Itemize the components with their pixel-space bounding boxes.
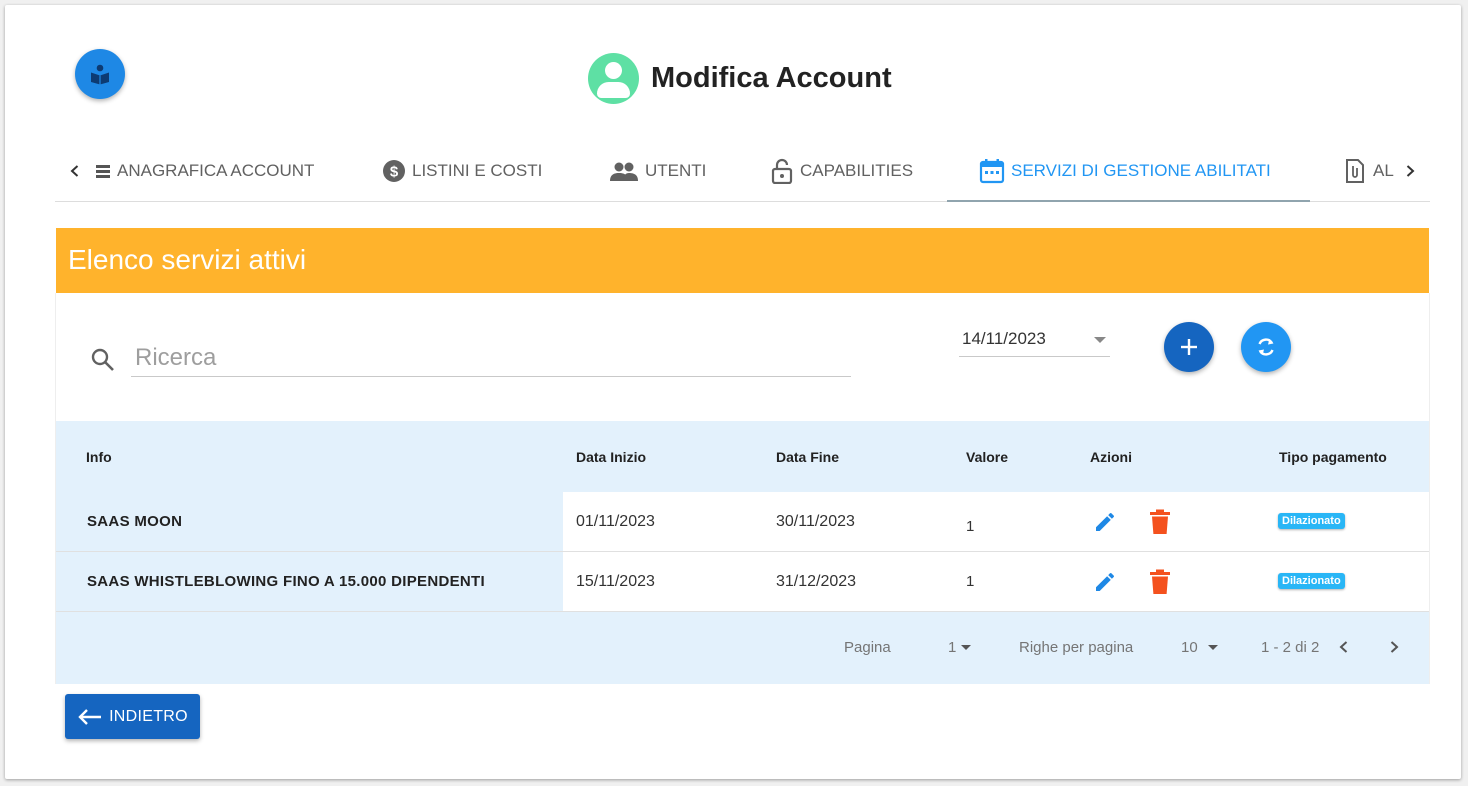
date-filter-select[interactable]: 14/11/2023 <box>959 324 1110 357</box>
tab-listini-e-costi[interactable]: $ LISTINI E COSTI <box>382 140 542 202</box>
payment-type-badge: Dilazionato <box>1278 573 1345 589</box>
page-select-caret-icon[interactable] <box>961 645 971 650</box>
pencil-icon <box>1096 573 1114 591</box>
service-name: SAAS MOON <box>87 513 183 530</box>
rows-per-page-label: Righe per pagina <box>1019 639 1134 656</box>
section-title: Elenco servizi attivi <box>68 244 307 275</box>
rows-select-caret-icon[interactable] <box>1208 645 1218 650</box>
edit-button[interactable] <box>1091 568 1119 596</box>
end-date: 30/11/2023 <box>776 513 855 530</box>
value: 1 <box>966 518 975 535</box>
tab-label: SERVIZI DI GESTIONE ABILITATI <box>1011 161 1271 180</box>
tab-al[interactable]: AL <box>1343 140 1398 202</box>
column-header-valore: Valore <box>966 449 1009 465</box>
previous-page-icon[interactable] <box>1332 635 1356 659</box>
column-header-data-inizio: Data Inizio <box>576 449 647 465</box>
dollar-circle-icon: $ <box>383 160 405 182</box>
page-title: Modifica Account <box>651 62 892 94</box>
search-field <box>131 340 851 377</box>
service-name: SAAS WHISTLEBLOWING FINO A 15.000 DIPEND… <box>87 573 485 590</box>
lock-open-icon <box>771 158 793 184</box>
tabs-scroll-left-icon[interactable] <box>63 159 87 183</box>
page-label: Pagina <box>844 639 891 656</box>
pagination-range: 1 - 2 di 2 <box>1261 639 1320 656</box>
add-service-button[interactable] <box>1164 322 1214 372</box>
value: 1 <box>966 573 975 590</box>
column-header-data-fine: Data Fine <box>776 449 840 465</box>
column-header-info: Info <box>86 449 112 465</box>
back-button-label: INDIETRO <box>109 707 188 725</box>
active-tab-indicator <box>947 200 1310 202</box>
rows-per-page-select[interactable]: 10 <box>1181 639 1198 656</box>
arrow-left-icon <box>78 708 102 725</box>
pagination-bar: Pagina 1 Righe per pagina 10 1 - 2 di 2 <box>56 612 1429 684</box>
tab-capabilities[interactable]: CAPABILITIES <box>770 140 913 202</box>
plus-icon <box>1181 339 1197 355</box>
delete-button[interactable] <box>1146 568 1174 596</box>
account-avatar-icon <box>588 53 639 104</box>
table-header: Info Data Inizio Data Fine Valore Azioni… <box>56 421 1429 492</box>
refresh-button[interactable] <box>1241 322 1291 372</box>
calendar-icon <box>979 159 1005 184</box>
next-page-icon[interactable] <box>1382 635 1406 659</box>
document-clip-icon <box>1346 159 1364 183</box>
tab-label: LISTINI E COSTI <box>412 161 543 180</box>
end-date: 31/12/2023 <box>776 573 857 590</box>
search-input[interactable] <box>131 340 851 376</box>
pencil-icon <box>1096 513 1114 531</box>
back-button[interactable]: INDIETRO <box>65 694 200 739</box>
people-icon <box>610 162 638 181</box>
services-table: Info Data Inizio Data Fine Valore Azioni… <box>56 421 1429 612</box>
tab-label: ANAGRAFICA ACCOUNT <box>117 161 315 180</box>
book-reader-icon <box>91 64 109 85</box>
tab-servizi-di-gestione-abilitati[interactable]: SERVIZI DI GESTIONE ABILITATI <box>979 140 1271 202</box>
table-row[interactable]: SAAS WHISTLEBLOWING FINO A 15.000 DIPEND… <box>56 552 1429 612</box>
tab-label: AL <box>1373 161 1394 180</box>
page-header: Modifica Account <box>588 53 892 104</box>
tab-label: CAPABILITIES <box>800 161 914 180</box>
app-logo-button[interactable] <box>75 49 125 99</box>
refresh-icon <box>1258 338 1274 356</box>
page-select[interactable]: 1 <box>948 639 956 656</box>
trash-icon <box>1150 509 1170 534</box>
tab-anagrafica-account[interactable]: ANAGRAFICA ACCOUNT <box>95 140 314 202</box>
chevron-down-icon <box>1094 337 1106 343</box>
list-icon <box>96 165 110 178</box>
trash-icon <box>1150 569 1170 594</box>
svg-text:$: $ <box>390 164 399 181</box>
table-row[interactable]: SAAS MOON 01/11/2023 30/11/2023 1 Dilazi… <box>56 492 1429 552</box>
start-date: 15/11/2023 <box>576 573 655 590</box>
search-icon <box>90 347 116 373</box>
edit-button[interactable] <box>1091 508 1119 536</box>
delete-button[interactable] <box>1146 508 1174 536</box>
date-filter-value: 14/11/2023 <box>962 329 1046 348</box>
start-date: 01/11/2023 <box>576 513 655 530</box>
column-header-azioni: Azioni <box>1090 449 1132 465</box>
tab-utenti[interactable]: UTENTI <box>609 140 706 202</box>
tab-bar: ANAGRAFICA ACCOUNT $ LISTINI E COSTI UTE… <box>55 140 1430 202</box>
column-header-tipo-pagamento: Tipo pagamento <box>1279 449 1387 465</box>
payment-type-badge: Dilazionato <box>1278 513 1345 529</box>
tab-label: UTENTI <box>645 161 707 180</box>
tabs-scroll-right-icon[interactable] <box>1398 159 1422 183</box>
section-header: Elenco servizi attivi <box>56 228 1429 293</box>
